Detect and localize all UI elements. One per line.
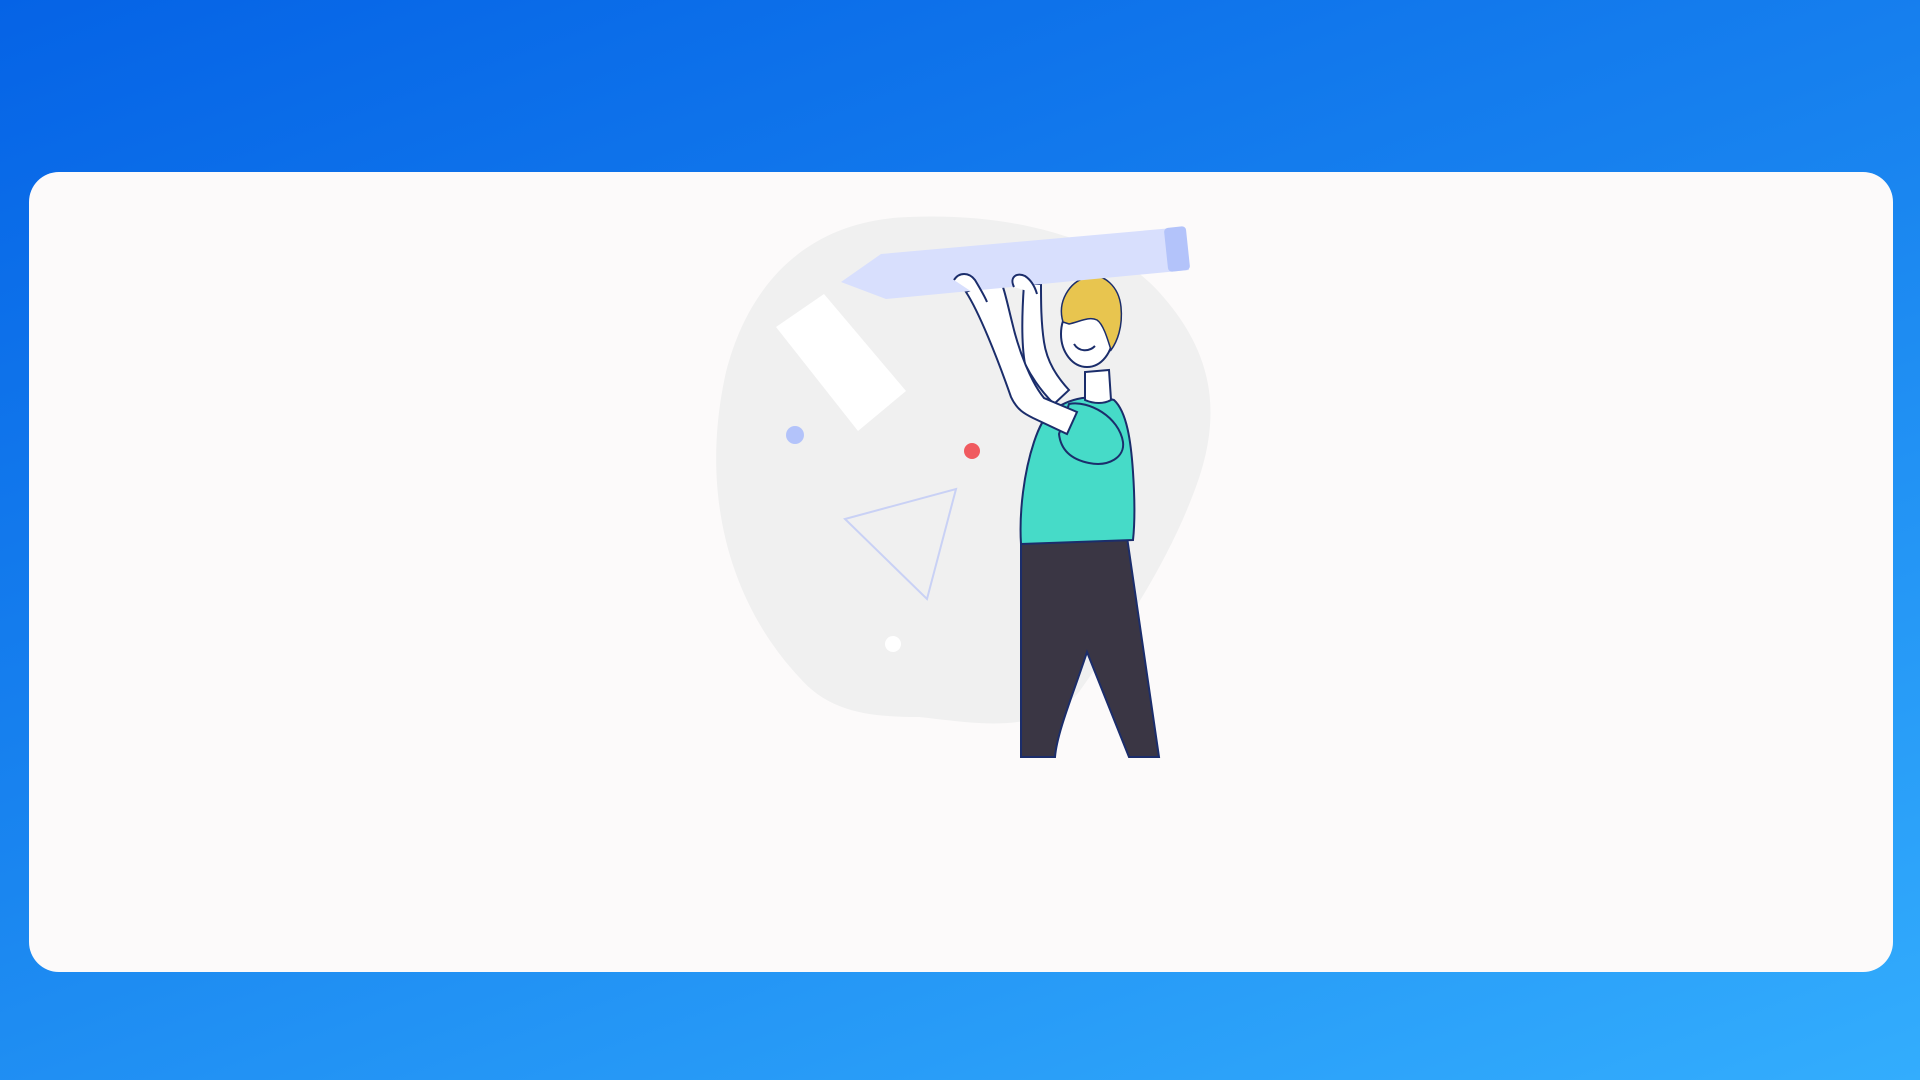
empty-state-illustration <box>716 216 1211 758</box>
background <box>0 0 1920 1080</box>
content-card <box>29 172 1893 972</box>
white-dot <box>885 636 901 652</box>
red-dot <box>964 443 980 459</box>
person-neck <box>1084 368 1113 404</box>
blue-dot <box>786 426 804 444</box>
